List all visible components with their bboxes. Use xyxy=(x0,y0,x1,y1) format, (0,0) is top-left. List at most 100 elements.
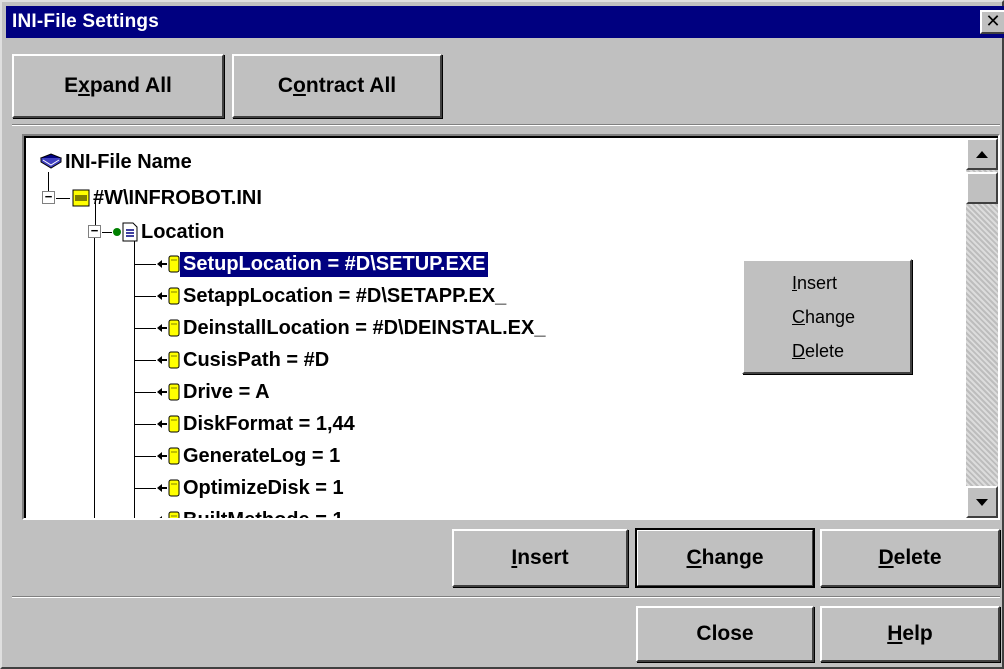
close-window-button[interactable]: ✕ xyxy=(980,10,1004,34)
arrow-left-icon xyxy=(157,324,167,332)
scroll-up-button[interactable] xyxy=(966,138,998,170)
tree-connector xyxy=(134,456,156,457)
scroll-thumb[interactable] xyxy=(966,172,998,204)
tree-connector xyxy=(134,488,156,489)
contract-all-button[interactable]: Co ntract All xyxy=(232,54,442,118)
delete-accel: D xyxy=(878,546,894,569)
ini-settings-dialog: INI-File Settings ✕ Ex pand All Co ntract … xyxy=(0,0,1004,669)
window-title: INI-File Settings xyxy=(12,11,159,32)
arrow-down-icon xyxy=(976,498,988,506)
expander-glyph: − xyxy=(44,189,53,204)
tree-entry-label: SetupLocation = #D\SETUP.EXE xyxy=(180,251,489,277)
tree-connector xyxy=(94,236,95,518)
expand-all-label-a: E xyxy=(64,74,79,97)
tree-root[interactable]: INI-File Name xyxy=(40,146,195,178)
tree-entry-row[interactable]: DeinstallLocation = #D\DEINSTAL.EX_ xyxy=(156,312,548,344)
tree-connector xyxy=(134,392,156,393)
scroll-down-button[interactable] xyxy=(966,486,998,518)
close-label: Close xyxy=(696,622,754,645)
expand-all-accel: x xyxy=(78,74,90,97)
tree-root-label: INI-File Name xyxy=(65,150,192,173)
change-accel: C xyxy=(686,546,702,569)
vertical-scrollbar[interactable] xyxy=(966,138,998,518)
change-button[interactable]: Change xyxy=(635,528,815,588)
tree-entry-row[interactable]: GenerateLog = 1 xyxy=(156,440,343,472)
key-icon xyxy=(168,447,180,465)
menu-change-label: hange xyxy=(805,307,856,327)
tree-connector xyxy=(134,360,156,361)
tree-connector xyxy=(56,198,70,199)
arrow-up-icon xyxy=(976,150,988,158)
arrow-left-icon xyxy=(157,388,167,396)
tree-entry-label: OptimizeDisk = 1 xyxy=(183,476,344,499)
arrow-left-icon xyxy=(157,452,167,460)
help-button[interactable]: Help xyxy=(820,606,1000,662)
tree-entry-row[interactable]: SetappLocation = #D\SETAPP.EX_ xyxy=(156,280,509,312)
tree-entry-row[interactable]: CusisPath = #D xyxy=(156,344,332,376)
expand-all-label-b: pand All xyxy=(89,74,172,97)
key-icon xyxy=(168,287,180,305)
tree-entry-row[interactable]: DiskFormat = 1,44 xyxy=(156,408,358,440)
key-icon xyxy=(168,511,180,518)
delete-button[interactable]: Delete xyxy=(820,529,1000,587)
tree-entry-label: SetappLocation = #D\SETAPP.EX_ xyxy=(183,284,507,307)
change-label: hange xyxy=(701,546,764,569)
expand-all-button[interactable]: Ex pand All xyxy=(12,54,224,118)
key-icon xyxy=(168,415,180,433)
title-bar[interactable]: INI-File Settings ✕ xyxy=(6,6,1004,38)
tree-entry-row[interactable]: BuiltMethode = 1 xyxy=(156,504,347,518)
green-dot-icon xyxy=(113,228,121,236)
context-menu-insert[interactable]: Insert xyxy=(792,273,837,294)
context-menu: Insert Change Delete xyxy=(742,259,912,374)
tree-connector xyxy=(134,264,156,265)
tree-section-label: Location xyxy=(141,220,225,243)
insert-button[interactable]: Insert xyxy=(452,529,628,587)
key-icon xyxy=(168,319,180,337)
arrow-left-icon xyxy=(157,292,167,300)
menu-delete-accel: D xyxy=(792,341,805,361)
tree-connector xyxy=(134,296,156,297)
close-button[interactable]: Close xyxy=(636,606,814,662)
tree-connector xyxy=(102,232,112,233)
tree-section-node[interactable]: Location xyxy=(112,216,227,248)
delete-label: elete xyxy=(893,546,942,569)
close-icon: ✕ xyxy=(985,11,1001,31)
tree-entry-label: BuiltMethode = 1 xyxy=(180,508,347,519)
context-menu-delete[interactable]: Delete xyxy=(792,341,844,362)
tree-entry-label: DeinstallLocation = #D\DEINSTAL.EX_ xyxy=(183,316,546,339)
tree-entry-label: GenerateLog = 1 xyxy=(183,444,341,467)
tree-file-node[interactable]: #W\INFROBOT.INI xyxy=(72,182,265,214)
tree-file-label: #W\INFROBOT.INI xyxy=(93,186,262,209)
contract-all-label-b: ntract All xyxy=(305,74,397,97)
tree-connector xyxy=(134,236,135,518)
tree-entry-label: DiskFormat = 1,44 xyxy=(183,412,355,435)
divider xyxy=(12,124,1000,126)
arrow-left-icon xyxy=(159,516,162,518)
arrow-left-icon xyxy=(157,356,167,364)
arrow-left-icon xyxy=(157,484,167,492)
tree-entry-row[interactable]: Drive = A xyxy=(156,376,273,408)
tree-entry-label: Drive = A xyxy=(183,380,270,403)
tree-entry-label: CusisPath = #D xyxy=(183,348,330,371)
tree-entry-row[interactable]: OptimizeDisk = 1 xyxy=(156,472,347,504)
collapse-section-toggle[interactable]: − xyxy=(88,224,101,238)
document-icon xyxy=(122,222,138,242)
divider xyxy=(12,596,1000,598)
menu-change-accel: C xyxy=(792,307,805,327)
key-icon xyxy=(168,351,180,369)
key-icon xyxy=(168,383,180,401)
book-icon xyxy=(40,153,62,169)
menu-insert-label: nsert xyxy=(797,273,838,293)
contract-all-accel: o xyxy=(293,74,306,97)
contract-all-label-a: C xyxy=(277,74,294,97)
tree-entry-row[interactable]: SetupLocation = #D\SETUP.EXE xyxy=(156,248,489,280)
ini-file-icon xyxy=(72,189,90,207)
menu-delete-label: elete xyxy=(805,341,845,361)
context-menu-change[interactable]: Change xyxy=(792,307,855,328)
insert-label: nsert xyxy=(517,546,569,569)
arrow-left-icon xyxy=(157,260,167,268)
arrow-left-icon xyxy=(157,420,167,428)
collapse-file-toggle[interactable]: − xyxy=(42,189,55,204)
tree-connector xyxy=(134,424,156,425)
key-icon xyxy=(168,255,180,273)
